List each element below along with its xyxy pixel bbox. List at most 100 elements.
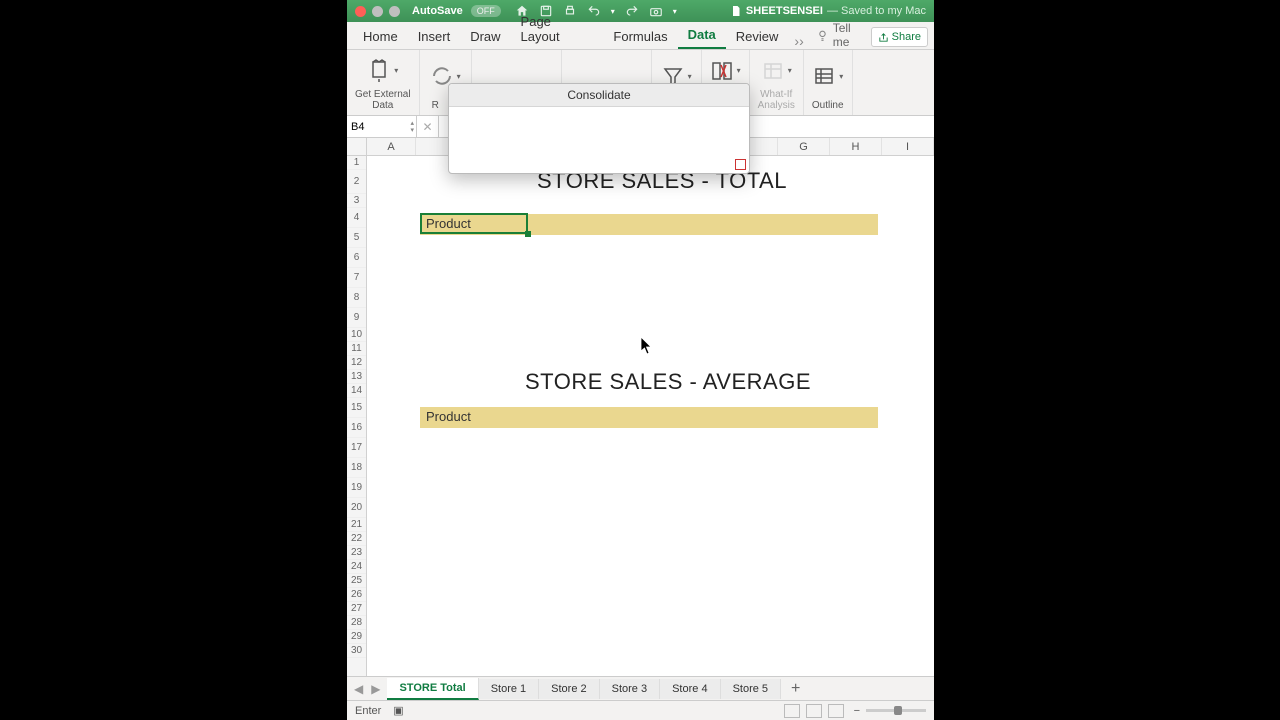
row-header-14[interactable]: 14 (347, 384, 366, 398)
select-all-corner[interactable] (347, 138, 367, 156)
row-header-21[interactable]: 21 (347, 518, 366, 532)
outline-icon (812, 64, 836, 88)
tab-data[interactable]: Data (678, 21, 726, 49)
row-header-1[interactable]: 1 (347, 156, 366, 170)
more-tabs-icon[interactable]: ›› (788, 33, 809, 49)
zoom-slider[interactable] (866, 709, 926, 712)
consolidate-expand-icon[interactable] (735, 159, 746, 170)
print-icon[interactable] (563, 4, 577, 18)
sheet-tab-store-3[interactable]: Store 3 (600, 679, 660, 699)
undo-dropdown[interactable]: ▾ (611, 7, 615, 16)
share-button[interactable]: Share (871, 27, 928, 47)
zoom-out-button[interactable]: − (854, 705, 860, 717)
name-box[interactable]: B4 ▴▾ (347, 116, 417, 137)
document-title: SHEETSENSEI — Saved to my Mac (730, 5, 926, 17)
status-bar: Enter ▣ − (347, 700, 934, 720)
autosave-toggle[interactable]: OFF (471, 5, 501, 17)
col-header-h[interactable]: H (830, 138, 882, 155)
row-header-19[interactable]: 19 (347, 478, 366, 498)
tab-draw[interactable]: Draw (460, 23, 510, 49)
tab-formulas[interactable]: Formulas (603, 23, 677, 49)
group-whatif-analysis: ▾ What-If Analysis (750, 50, 804, 115)
sheet-tab-store-5[interactable]: Store 5 (721, 679, 781, 699)
autosave-label: AutoSave (412, 5, 463, 17)
row-header-26[interactable]: 26 (347, 588, 366, 602)
row-header-7[interactable]: 7 (347, 268, 366, 288)
undo-icon[interactable] (587, 4, 601, 18)
col-header-g[interactable]: G (778, 138, 830, 155)
cell-b4-product: Product (422, 214, 475, 233)
tell-me-search[interactable]: Tell me (816, 21, 871, 49)
row-header-13[interactable]: 13 (347, 370, 366, 384)
spreadsheet-grid[interactable]: A G H I 12345678910111213141516171819202… (347, 138, 934, 676)
row-header-22[interactable]: 22 (347, 532, 366, 546)
row-header-12[interactable]: 12 (347, 356, 366, 370)
add-sheet-button[interactable]: + (781, 680, 810, 698)
sheet-next-icon[interactable]: ▶ (368, 682, 383, 696)
home-icon[interactable] (515, 4, 529, 18)
row-header-10[interactable]: 10 (347, 328, 366, 342)
sheet-tab-store-2[interactable]: Store 2 (539, 679, 599, 699)
name-box-stepper[interactable]: ▴▾ (410, 120, 414, 134)
close-window-button[interactable] (355, 6, 366, 17)
page-layout-view-button[interactable] (806, 704, 822, 718)
cells-area[interactable]: STORE SALES - TOTAL Product STORE SALES … (367, 156, 934, 676)
row-header-2[interactable]: 2 (347, 170, 366, 194)
page-break-view-button[interactable] (828, 704, 844, 718)
row-header-25[interactable]: 25 (347, 574, 366, 588)
minimize-window-button[interactable] (372, 6, 383, 17)
row-header-23[interactable]: 23 (347, 546, 366, 560)
group-get-external-data[interactable]: ▾ Get External Data (347, 50, 420, 115)
sheet-tab-store-total[interactable]: STORE Total (387, 678, 478, 700)
sheet-prev-icon[interactable]: ◀ (351, 682, 366, 696)
ribbon-tabs: Home Insert Draw Page Layout Formulas Da… (347, 22, 934, 50)
title-average: STORE SALES - AVERAGE (525, 369, 811, 395)
mouse-cursor (641, 337, 655, 355)
row-header-11[interactable]: 11 (347, 342, 366, 356)
row-header-3[interactable]: 3 (347, 194, 366, 208)
tab-home[interactable]: Home (353, 23, 408, 49)
tab-insert[interactable]: Insert (408, 23, 461, 49)
fill-handle[interactable] (525, 231, 531, 237)
row-header-20[interactable]: 20 (347, 498, 366, 518)
row-header-18[interactable]: 18 (347, 458, 366, 478)
camera-icon[interactable] (649, 4, 663, 18)
row-header-24[interactable]: 24 (347, 560, 366, 574)
row-headers: 1234567891011121314151617181920212223242… (347, 156, 367, 676)
row-header-5[interactable]: 5 (347, 228, 366, 248)
maximize-window-button[interactable] (389, 6, 400, 17)
col-header-a[interactable]: A (367, 138, 416, 155)
sheet-tab-store-1[interactable]: Store 1 (479, 679, 539, 699)
row-header-8[interactable]: 8 (347, 288, 366, 308)
tell-me-label: Tell me (833, 21, 871, 49)
group-outline[interactable]: ▾ Outline (804, 50, 853, 115)
redo-icon[interactable] (625, 4, 639, 18)
cancel-formula-icon[interactable]: ✕ (417, 116, 439, 137)
sheet-tab-store-4[interactable]: Store 4 (660, 679, 720, 699)
traffic-lights (355, 6, 400, 17)
row-header-28[interactable]: 28 (347, 616, 366, 630)
row-header-4[interactable]: 4 (347, 208, 366, 228)
row-header-29[interactable]: 29 (347, 630, 366, 644)
tab-review[interactable]: Review (726, 23, 789, 49)
row-header-16[interactable]: 16 (347, 418, 366, 438)
doc-name-text: SHEETSENSEI (746, 5, 823, 17)
col-header-i[interactable]: I (882, 138, 934, 155)
row-header-9[interactable]: 9 (347, 308, 366, 328)
row-header-15[interactable]: 15 (347, 398, 366, 418)
consolidate-body[interactable] (449, 107, 749, 173)
view-switcher (784, 704, 844, 718)
row-header-27[interactable]: 27 (347, 602, 366, 616)
lightbulb-icon (816, 29, 829, 42)
save-icon[interactable] (539, 4, 553, 18)
whatif-label: What-If Analysis (758, 89, 795, 111)
row-header-17[interactable]: 17 (347, 438, 366, 458)
normal-view-button[interactable] (784, 704, 800, 718)
consolidate-dialog[interactable]: Consolidate (448, 83, 750, 174)
qat-dropdown[interactable]: ▾ (673, 7, 677, 16)
row-header-6[interactable]: 6 (347, 248, 366, 268)
row-header-30[interactable]: 30 (347, 644, 366, 658)
macro-record-icon[interactable]: ▣ (393, 704, 403, 717)
data-tools-icon (710, 59, 734, 83)
external-data-label: Get External Data (355, 89, 411, 111)
